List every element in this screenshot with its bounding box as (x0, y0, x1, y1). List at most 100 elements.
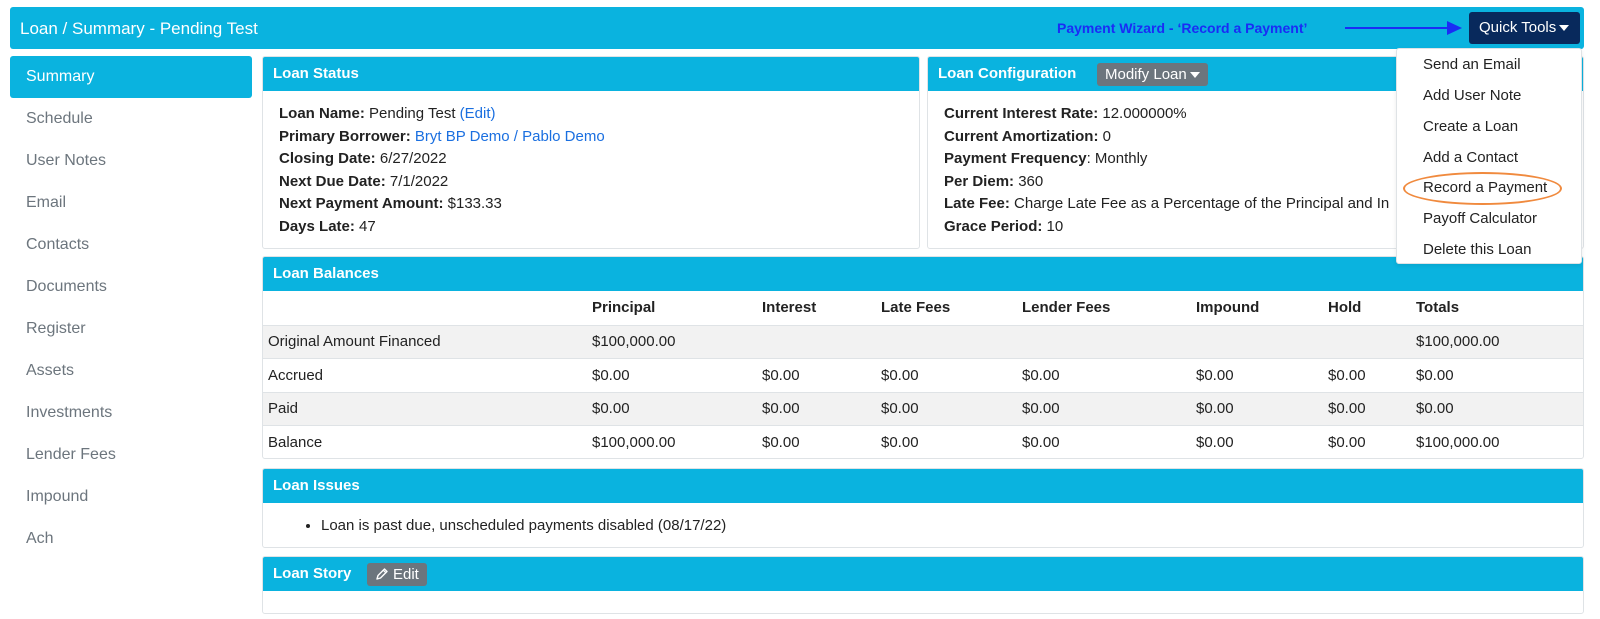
interest-rate-label: Current Interest Rate: (944, 105, 1099, 122)
table-header-row: Principal Interest Late Fees Lender Fees… (263, 291, 1583, 325)
next-payment-label: Next Payment Amount: (279, 195, 444, 212)
table-cell (1022, 324, 1196, 359)
next-due-date-label: Next Due Date: (279, 172, 386, 190)
payment-frequency-label: Payment Frequency (944, 150, 1087, 167)
loan-story-title: Loan Story (273, 565, 352, 582)
primary-borrower-link[interactable]: Bryt BP Demo / Pablo Demo (415, 128, 605, 145)
loan-balances-table: Principal Interest Late Fees Lender Fees… (263, 291, 1583, 458)
sidebar-item-documents[interactable]: Documents (10, 266, 252, 308)
modify-loan-button[interactable]: Modify Loan (1097, 63, 1208, 86)
table-cell: $0.00 (1022, 391, 1196, 426)
loan-issues-title: Loan Issues (263, 469, 1583, 503)
grace-period-label: Grace Period: (944, 217, 1043, 235)
table-cell: $0.00 (1416, 358, 1583, 392)
menu-item-add-contact[interactable]: Add a Contact (1423, 149, 1518, 166)
table-cell: $100,000.00 (1416, 324, 1583, 359)
per-diem-label: Per Diem: (944, 172, 1015, 190)
loan-name-label: Loan Name: (279, 105, 365, 122)
quick-tools-label: Quick Tools (1479, 19, 1557, 36)
table-cell: $0.00 (1196, 358, 1328, 392)
table-cell: $0.00 (1328, 391, 1416, 426)
table-cell: $100,000.00 (1416, 425, 1583, 458)
table-cell: $0.00 (1022, 425, 1196, 458)
loan-name-row: Loan Name: Pending Test (Edit) (279, 103, 903, 126)
sidebar-nav: Summary Schedule User Notes Email Contac… (10, 56, 252, 560)
edit-loan-name-link[interactable]: (Edit) (460, 105, 496, 122)
loan-story-card: Loan Story Edit (262, 556, 1584, 614)
list-item: Loan is past due, unscheduled payments d… (321, 517, 1583, 534)
table-cell: Accrued (263, 358, 592, 392)
loan-balances-title: Loan Balances (263, 257, 1583, 291)
column-header (263, 291, 592, 325)
column-header: Principal (592, 299, 656, 317)
sidebar-item-ach[interactable]: Ach (10, 518, 252, 560)
sidebar-item-impound[interactable]: Impound (10, 476, 252, 518)
table-cell: $0.00 (1196, 425, 1328, 458)
primary-borrower-row: Primary Borrower: Bryt BP Demo / Pablo D… (279, 126, 903, 149)
table-cell: $0.00 (592, 358, 762, 392)
menu-item-send-email[interactable]: Send an Email (1423, 56, 1521, 73)
next-due-date-row: Next Due Date: 7/1/2022 (279, 171, 903, 194)
table-row: Original Amount Financed $100,000.00 $10… (263, 324, 1583, 359)
closing-date-row: Closing Date: 6/27/2022 (279, 148, 903, 171)
sidebar-item-schedule[interactable]: Schedule (10, 98, 252, 140)
days-late-label: Days Late: (279, 217, 355, 235)
table-cell: $0.00 (1196, 391, 1328, 426)
amortization-value: 0 (1102, 127, 1111, 145)
table-row: Paid $0.00 $0.00 $0.00 $0.00 $0.00 $0.00… (263, 391, 1583, 426)
table-cell: $0.00 (592, 391, 762, 426)
highlight-circle (1403, 172, 1562, 205)
column-header: Totals (1416, 299, 1460, 317)
column-header: Impound (1196, 299, 1260, 317)
quick-tools-button[interactable]: Quick Tools (1469, 12, 1580, 44)
table-row: Accrued $0.00 $0.00 $0.00 $0.00 $0.00 $0… (263, 358, 1583, 392)
table-cell (762, 324, 881, 359)
table-cell: $0.00 (1022, 358, 1196, 392)
table-cell: $0.00 (762, 391, 881, 426)
loan-status-card: Loan Status Loan Name: Pending Test (Edi… (262, 56, 920, 249)
table-cell: Original Amount Financed (263, 324, 592, 359)
sidebar-item-user-notes[interactable]: User Notes (10, 140, 252, 182)
loan-issues-list: Loan is past due, unscheduled payments d… (263, 503, 1583, 534)
loan-name-value: Pending Test (369, 105, 456, 122)
menu-item-payoff-calculator[interactable]: Payoff Calculator (1423, 210, 1537, 227)
caret-down-icon (1559, 25, 1570, 32)
table-cell: $0.00 (762, 358, 881, 392)
sidebar-item-assets[interactable]: Assets (10, 350, 252, 392)
annotation-arrow-icon (1345, 21, 1462, 35)
sidebar-item-contacts[interactable]: Contacts (10, 224, 252, 266)
next-payment-row: Next Payment Amount: $133.33 (279, 193, 903, 216)
sidebar-item-investments[interactable]: Investments (10, 392, 252, 434)
table-cell: Paid (263, 391, 592, 426)
quick-tools-dropdown: Send an Email Add User Note Create a Loa… (1396, 48, 1582, 264)
table-cell (1328, 324, 1416, 359)
edit-story-button[interactable]: Edit (367, 563, 427, 586)
table-cell: $0.00 (881, 391, 1022, 426)
table-cell: $0.00 (1328, 425, 1416, 458)
column-header: Late Fees (881, 299, 951, 317)
table-cell: Balance (263, 425, 592, 458)
modify-loan-label: Modify Loan (1105, 66, 1187, 83)
sidebar-item-register[interactable]: Register (10, 308, 252, 350)
menu-item-add-user-note[interactable]: Add User Note (1423, 87, 1521, 104)
menu-item-delete-loan[interactable]: Delete this Loan (1423, 241, 1531, 258)
page-title: Loan / Summary - Pending Test (20, 19, 258, 38)
loan-story-header: Loan Story Edit (263, 557, 1583, 591)
sidebar-item-lender-fees[interactable]: Lender Fees (10, 434, 252, 476)
closing-date-label: Closing Date: (279, 150, 376, 167)
primary-borrower-label: Primary Borrower: (279, 127, 411, 145)
sidebar-item-email[interactable]: Email (10, 182, 252, 224)
per-diem-value: 360 (1018, 172, 1044, 190)
next-due-date-value: 7/1/2022 (389, 172, 449, 190)
late-fee-value: Charge Late Fee as a Percentage of the P… (1014, 195, 1390, 212)
loan-issues-card: Loan Issues Loan is past due, unschedule… (262, 468, 1584, 548)
column-header: Interest (762, 299, 817, 317)
closing-date-value: 6/27/2022 (379, 150, 447, 167)
loan-configuration-title: Loan Configuration (938, 65, 1077, 82)
menu-item-create-loan[interactable]: Create a Loan (1423, 118, 1518, 135)
table-cell: $100,000.00 (592, 425, 762, 458)
table-row: Balance $100,000.00 $0.00 $0.00 $0.00 $0… (263, 425, 1583, 458)
amortization-label: Current Amortization: (944, 127, 1099, 145)
sidebar-item-summary[interactable]: Summary (10, 56, 252, 98)
days-late-row: Days Late: 47 (279, 216, 903, 239)
